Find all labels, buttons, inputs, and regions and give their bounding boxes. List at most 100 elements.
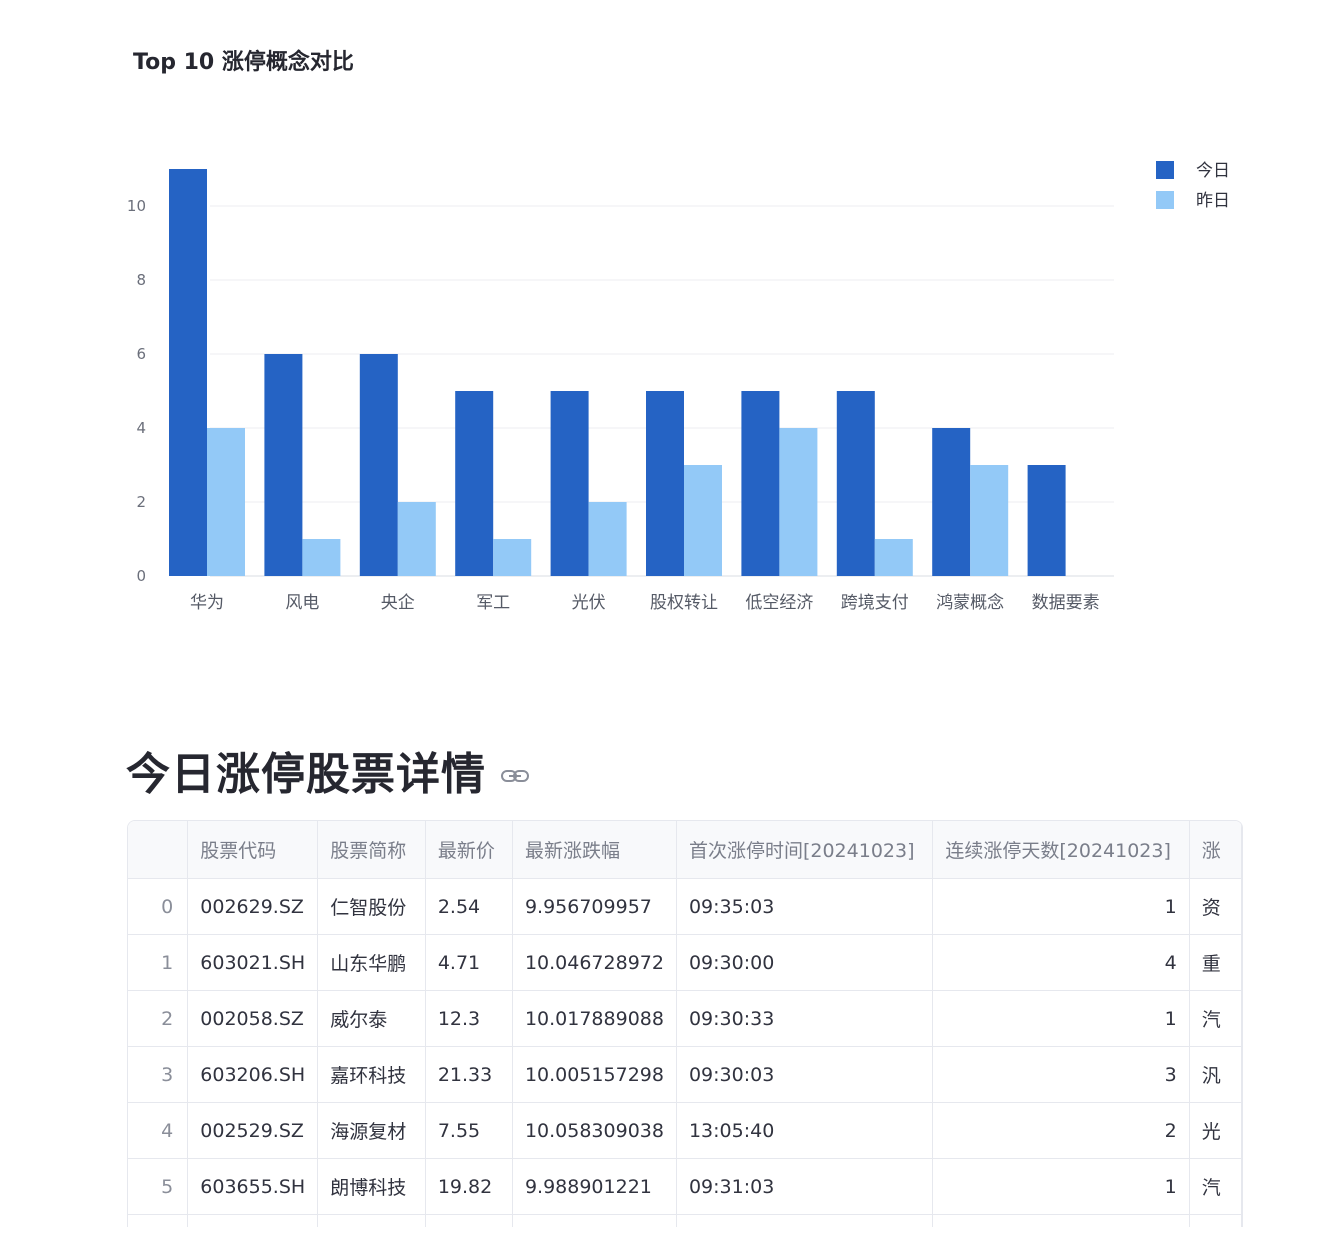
column-header[interactable]: 股票代码 (187, 821, 319, 879)
table-cell (128, 1214, 189, 1227)
bar-today[interactable] (741, 391, 780, 576)
column-header[interactable]: 最新价 (425, 821, 513, 879)
bar-today[interactable] (1027, 465, 1066, 576)
table-cell: 汽 (1189, 1158, 1242, 1215)
column-header[interactable]: 涨 (1189, 821, 1242, 879)
x-tick-label: 军工 (476, 593, 510, 613)
x-tick-label: 跨境支付 (841, 593, 909, 613)
section-title: 今日涨停股票详情 (126, 749, 486, 800)
table-cell (932, 1214, 1190, 1227)
column-header[interactable]: 股票简称 (317, 821, 426, 879)
bar-today[interactable] (359, 354, 398, 576)
x-tick-label: 数据要素 (1032, 593, 1100, 613)
table-header-row: 股票代码 股票简称 最新价 最新涨跌幅 首次涨停时间[20241023] 连续涨… (128, 821, 1242, 879)
table-cell: 10.058309038 (512, 1102, 677, 1159)
table-cell: 汎 (1189, 1046, 1242, 1103)
x-tick-label: 鸿蒙概念 (936, 592, 1004, 613)
column-header[interactable]: 连续涨停天数[20241023] (932, 821, 1190, 879)
table-cell: 2 (932, 1102, 1190, 1159)
table-cell: 1 (932, 878, 1190, 935)
table-cell: 4.71 (425, 934, 513, 991)
bar-yesterday[interactable] (588, 502, 627, 576)
stock-table: 股票代码 股票简称 最新价 最新涨跌幅 首次涨停时间[20241023] 连续涨… (128, 821, 1242, 1227)
column-header[interactable]: 首次涨停时间[20241023] (676, 821, 934, 879)
x-tick-label: 光伏 (572, 593, 606, 613)
y-tick-label: 2 (136, 493, 146, 511)
table-cell: 21.33 (425, 1046, 513, 1103)
section-heading: 今日涨停股票详情 (126, 738, 530, 802)
bar-yesterday[interactable] (207, 428, 245, 576)
table-row[interactable]: 4 002529.SZ 海源复材 7.55 10.058309038 13:05:40 2 光 (128, 1102, 1242, 1159)
table-cell: 3 (932, 1046, 1190, 1103)
bar-yesterday[interactable] (397, 502, 436, 576)
bar-today[interactable] (932, 428, 971, 576)
x-tick-label: 央企 (381, 593, 415, 613)
table-cell (676, 1214, 934, 1227)
table-cell: 山东华鹏 (317, 934, 426, 991)
table-cell: 12.3 (425, 990, 513, 1047)
table-cell: 09:30:03 (676, 1046, 934, 1103)
bar-today[interactable] (455, 391, 494, 576)
table-cell: 002058.SZ (187, 990, 319, 1047)
row-index: 2 (128, 990, 189, 1047)
table-cell: 威尔泰 (317, 990, 426, 1047)
table-cell: 10.005157298 (512, 1046, 677, 1103)
page: Top 10 涨停概念对比 0 2 4 6 8 10 华为 风电 央企 军工 光伏 股权转让 低空经济跨… (0, 0, 1328, 1254)
table-cell: 10.046728972 (512, 934, 677, 991)
y-tick-label: 10 (127, 197, 146, 215)
table-cell: 重 (1189, 934, 1242, 991)
bar-today[interactable] (550, 391, 589, 576)
table-cell (187, 1214, 319, 1227)
column-header[interactable] (128, 821, 189, 879)
table-cell: 1 (932, 1158, 1190, 1215)
table-cell: 10.017889088 (512, 990, 677, 1047)
table-cell: 9.956709957 (512, 878, 677, 935)
bar-today[interactable] (169, 169, 207, 576)
table-cell: 603206.SH (187, 1046, 319, 1103)
x-tick-label: 风电 (285, 593, 319, 613)
table-cell: 汽 (1189, 990, 1242, 1047)
bar-yesterday[interactable] (302, 539, 341, 576)
x-tick-label: 低空经济 (745, 593, 813, 613)
y-tick-label: 4 (136, 419, 146, 437)
bar-yesterday[interactable] (684, 465, 722, 576)
table-cell: 09:35:03 (676, 878, 934, 935)
bar-today[interactable] (646, 391, 684, 576)
y-tick-label: 8 (136, 271, 146, 289)
stock-table-container[interactable]: 股票代码 股票简称 最新价 最新涨跌幅 首次涨停时间[20241023] 连续涨… (127, 820, 1243, 1227)
table-cell: 仁智股份 (317, 878, 426, 935)
table-cell: 603021.SH (187, 934, 319, 991)
table-row[interactable]: 3 603206.SH 嘉环科技 21.33 10.005157298 09:30:03 3… (128, 1046, 1242, 1103)
table-cell: 09:30:00 (676, 934, 934, 991)
column-header[interactable]: 最新涨跌幅 (512, 821, 677, 879)
row-index: 3 (128, 1046, 189, 1103)
row-index: 0 (128, 878, 189, 935)
table-cell: 海源复材 (317, 1102, 426, 1159)
table-cell: 9.988901221 (512, 1158, 677, 1215)
row-index: 5 (128, 1158, 189, 1215)
bar-yesterday[interactable] (493, 539, 532, 576)
table-cell: 嘉环科技 (317, 1046, 426, 1103)
legend-label: 今日 (1196, 161, 1230, 181)
table-row[interactable]: 0 002629.SZ 仁智股份 2.54 9.956709957 09:35:03 1 资 (128, 878, 1242, 935)
legend-swatch (1156, 161, 1174, 179)
table-row[interactable] (128, 1214, 1242, 1227)
table-cell (1189, 1214, 1242, 1227)
bar-today[interactable] (264, 354, 303, 576)
table-cell: 13:05:40 (676, 1102, 934, 1159)
x-tick-label: 华为 (190, 593, 224, 613)
table-row[interactable]: 1 603021.SH 山东华鹏 4.71 10.046728972 09:30:00 4 重 (128, 934, 1242, 991)
table-cell: 资 (1189, 878, 1242, 935)
row-index: 4 (128, 1102, 189, 1159)
table-cell: 002629.SZ (187, 878, 319, 935)
bar-today[interactable] (836, 391, 875, 576)
bar-yesterday[interactable] (779, 428, 818, 576)
legend-label: 昨日 (1196, 191, 1230, 211)
bar-yesterday[interactable] (970, 465, 1009, 576)
table-row[interactable]: 5 603655.SH 朗博科技 19.82 9.988901221 09:31:03 1 汽 (128, 1158, 1242, 1215)
table-cell: 4 (932, 934, 1190, 991)
link-icon[interactable] (500, 766, 530, 786)
table-cell: 002529.SZ (187, 1102, 319, 1159)
bar-yesterday[interactable] (874, 539, 913, 576)
table-row[interactable]: 2 002058.SZ 威尔泰 12.3 10.017889088 09:30:33 1 汽 (128, 990, 1242, 1047)
